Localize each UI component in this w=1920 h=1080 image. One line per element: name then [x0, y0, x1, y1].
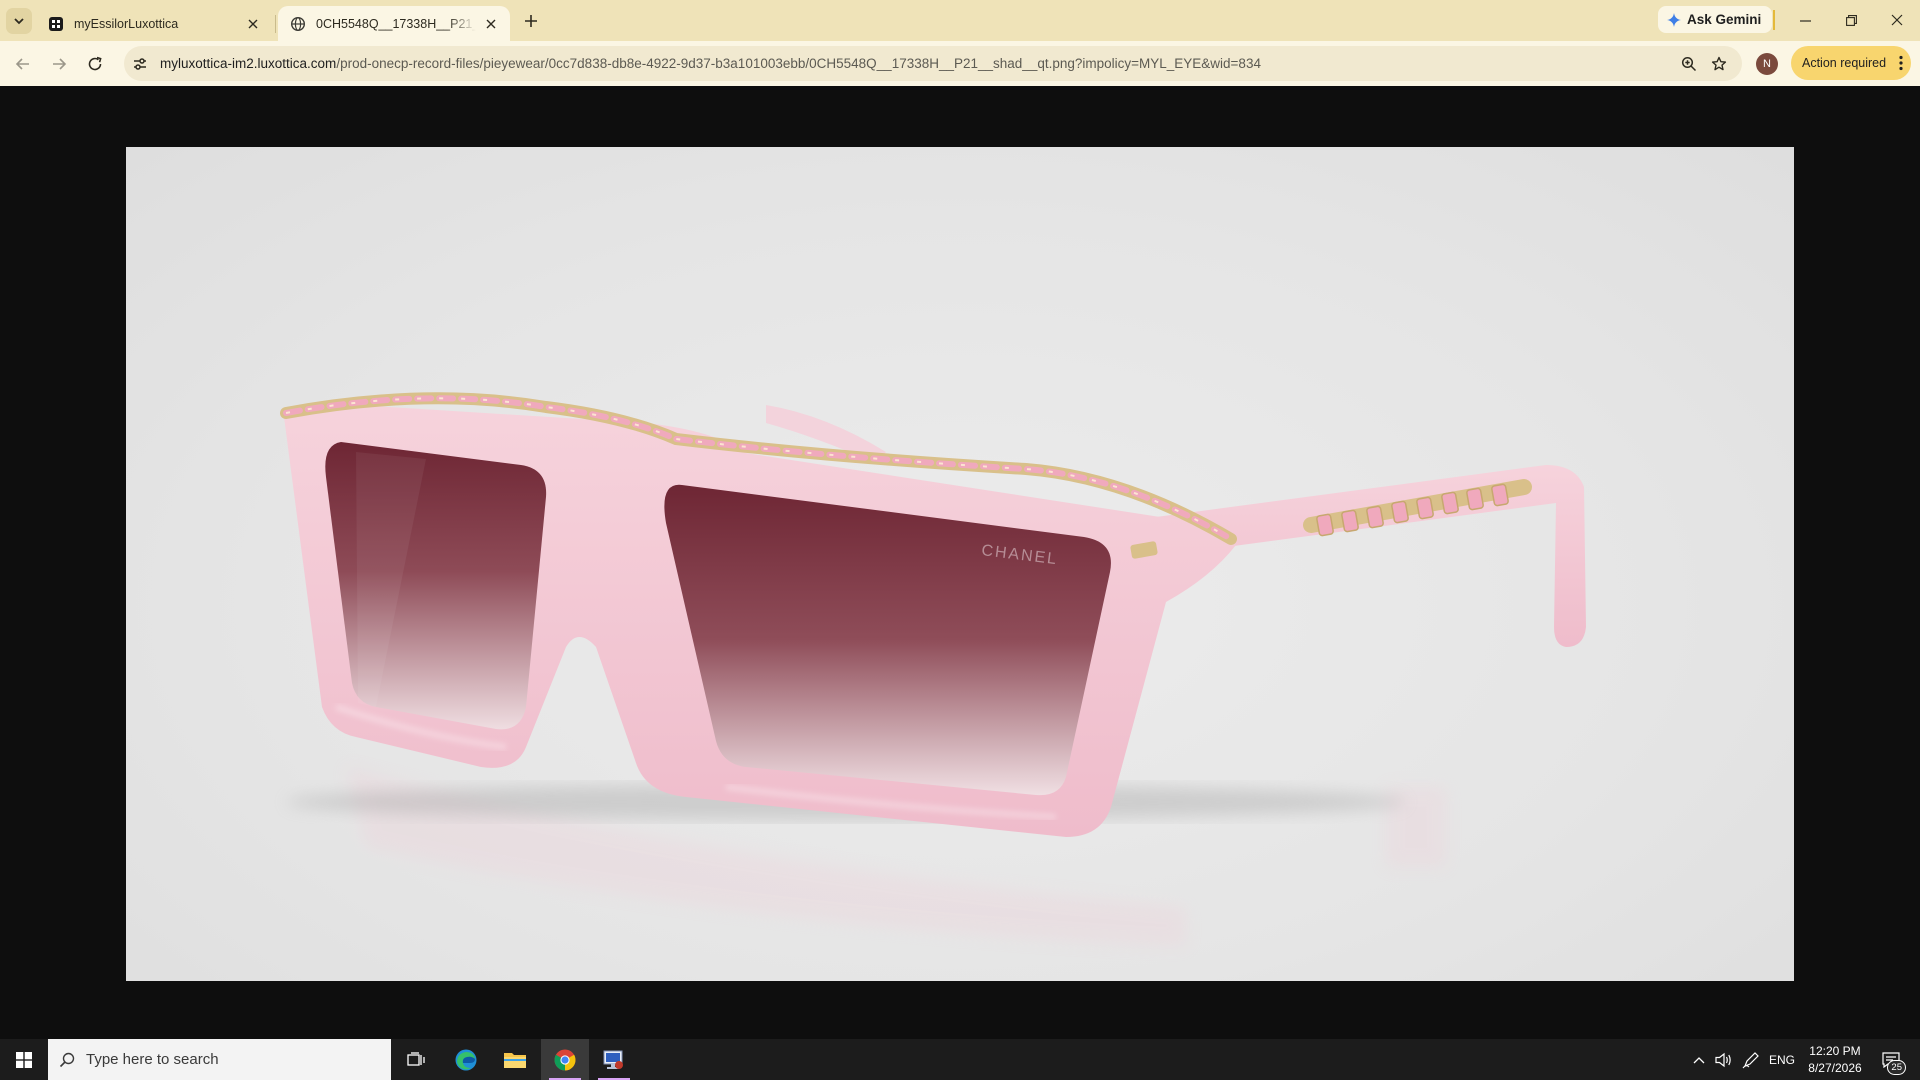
- chevron-down-icon: [14, 18, 24, 25]
- search-icon: [48, 1052, 86, 1068]
- more-vert-icon: [1899, 55, 1903, 71]
- forward-button[interactable]: [44, 49, 74, 79]
- profile-avatar[interactable]: N: [1756, 53, 1778, 75]
- close-icon: [1891, 14, 1903, 26]
- sunglasses-illustration: CHANEL: [280, 392, 1586, 947]
- new-tab-button[interactable]: [518, 8, 544, 34]
- gemini-sparkle-icon: [1667, 12, 1681, 27]
- arrow-right-icon: [53, 58, 67, 70]
- volume-button[interactable]: [1713, 1039, 1735, 1080]
- star-icon: [1711, 56, 1727, 70]
- chrome-icon: [554, 1049, 576, 1070]
- chrome-taskbar-button[interactable]: [541, 1039, 589, 1080]
- task-view-icon: [407, 1051, 425, 1066]
- tab-search-button[interactable]: [6, 8, 32, 34]
- remote-desktop-icon: [603, 1050, 623, 1069]
- zoom-in-icon: [1681, 56, 1697, 71]
- zoom-button[interactable]: [1674, 49, 1704, 79]
- globe-icon: [290, 16, 306, 32]
- close-window-button[interactable]: [1874, 0, 1920, 40]
- reload-button[interactable]: [80, 49, 110, 79]
- image-viewport: CHANEL: [0, 86, 1920, 1039]
- arrow-left-icon: [15, 58, 29, 70]
- edge-taskbar-button[interactable]: [442, 1039, 490, 1080]
- tab-close-icon[interactable]: [244, 15, 262, 33]
- tab-title: myEssilorLuxottica: [74, 16, 179, 31]
- bookmark-button[interactable]: [1704, 49, 1734, 79]
- taskbar-search-placeholder: Type here to search: [86, 1051, 219, 1068]
- back-button[interactable]: [8, 49, 38, 79]
- windows-logo-icon: [15, 1051, 32, 1068]
- language-indicator[interactable]: ENG: [1766, 1039, 1798, 1080]
- notifications-button[interactable]: 25: [1874, 1039, 1908, 1080]
- task-view-button[interactable]: [392, 1039, 440, 1080]
- show-hidden-icons-button[interactable]: [1688, 1039, 1710, 1080]
- site-info-button[interactable]: [126, 50, 154, 78]
- minimize-icon: [1799, 19, 1811, 22]
- browser-toolbar: myluxottica-im2.luxottica.com/prod-onecp…: [0, 41, 1920, 86]
- product-image[interactable]: CHANEL: [126, 147, 1794, 981]
- remote-app-taskbar-button[interactable]: [590, 1039, 638, 1080]
- gemini-divider: [1773, 10, 1775, 30]
- folder-icon: [504, 1052, 526, 1068]
- plus-icon: [525, 15, 537, 27]
- notification-count-badge: 25: [1887, 1059, 1906, 1075]
- file-explorer-taskbar-button[interactable]: [491, 1039, 539, 1080]
- start-button[interactable]: [0, 1039, 47, 1080]
- chevron-up-icon: [1693, 1056, 1705, 1063]
- minimize-button[interactable]: [1782, 0, 1828, 40]
- action-required-button[interactable]: Action required: [1791, 46, 1911, 80]
- tab-separator: [275, 15, 276, 33]
- clock[interactable]: 12:20 PM 8/27/2026: [1804, 1039, 1866, 1080]
- tab-myessilorluxottica[interactable]: myEssilorLuxottica: [36, 6, 272, 41]
- tab-product-image[interactable]: 0CH5548Q__17338H__P21__shad__qt.png: [278, 6, 510, 41]
- tab-close-icon[interactable]: [482, 15, 500, 33]
- address-bar[interactable]: myluxottica-im2.luxottica.com/prod-onecp…: [124, 46, 1742, 81]
- ask-gemini-label: Ask Gemini: [1687, 12, 1762, 27]
- tab-title: 0CH5548Q__17338H__P21__shad__qt.png: [316, 16, 476, 31]
- edge-icon: [455, 1049, 477, 1070]
- taskbar-search-box[interactable]: Type here to search: [48, 1039, 391, 1080]
- tune-icon: [134, 57, 146, 70]
- url-text: myluxottica-im2.luxottica.com/prod-onecp…: [160, 56, 1674, 71]
- action-required-label: Action required: [1802, 56, 1887, 70]
- tab-strip: myEssilorLuxottica 0CH5548Q__17338H__P21…: [0, 0, 1920, 41]
- ask-gemini-button[interactable]: Ask Gemini: [1658, 6, 1773, 33]
- url-host: myluxottica-im2.luxottica.com: [160, 56, 337, 71]
- clock-time: 12:20 PM: [1809, 1043, 1861, 1058]
- reload-icon: [88, 56, 102, 71]
- url-path: /prod-onecp-record-files/pieyewear/0cc7d…: [336, 56, 1261, 71]
- pen-icon: [1742, 1051, 1759, 1068]
- clock-date: 8/27/2026: [1808, 1060, 1862, 1075]
- windows-taskbar: Type here to search ENG 12:20 PM 8/27/20…: [0, 1039, 1920, 1080]
- luxottica-favicon-icon: [48, 16, 64, 32]
- restore-button[interactable]: [1828, 0, 1874, 40]
- volume-icon: [1715, 1052, 1731, 1067]
- restore-icon: [1845, 14, 1857, 26]
- pen-button[interactable]: [1740, 1039, 1762, 1080]
